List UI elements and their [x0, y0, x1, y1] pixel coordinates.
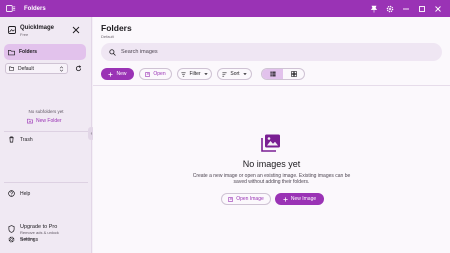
list-view-icon [269, 71, 276, 77]
pin-icon[interactable] [366, 0, 382, 17]
main-content: Folders Default New Open Filter Sort [93, 17, 450, 253]
sidebar-item-settings[interactable]: Settings [8, 236, 38, 243]
collection-select-value: Default [18, 65, 34, 72]
open-icon [145, 71, 151, 77]
window-title: Folders [24, 5, 46, 12]
sort-label: Sort [230, 71, 240, 77]
new-folder-icon [27, 118, 33, 124]
list-view-button[interactable] [262, 69, 283, 79]
app-logo-icon [8, 26, 16, 34]
empty-state-description: Create a new image or open an existing i… [93, 173, 450, 186]
close-icon[interactable] [430, 0, 446, 17]
divider [4, 131, 88, 132]
settings-icon[interactable] [382, 0, 398, 17]
search-icon [109, 48, 116, 56]
new-folder-link[interactable]: New Folder [27, 118, 62, 124]
help-icon [8, 190, 15, 197]
filter-icon [181, 72, 187, 76]
new-button[interactable]: New [101, 68, 134, 80]
grid-view-button[interactable] [283, 69, 304, 79]
no-subfolders-text: No subfolders yet [28, 109, 64, 114]
gear-icon [8, 236, 15, 243]
sidebar-item-help[interactable]: Help [8, 190, 30, 197]
sidebar-item-label: Folders [19, 49, 38, 55]
images-icon [261, 134, 280, 152]
app-icon [6, 5, 18, 12]
toolbar-divider [93, 85, 450, 86]
sidebar-item-label: Help [20, 190, 31, 197]
filter-label: Filter [189, 71, 201, 77]
trash-icon [9, 136, 14, 143]
sidebar-item-label: Settings [20, 236, 39, 243]
open-button[interactable]: Open [139, 68, 172, 80]
plus-icon [108, 71, 114, 77]
title-bar: Folders [0, 0, 450, 17]
caret-down-icon [203, 73, 208, 75]
open-image-label: Open Image [236, 196, 264, 202]
search-bar[interactable] [101, 43, 442, 61]
view-toggle [261, 68, 305, 80]
sidebar-item-label: Trash [20, 136, 33, 143]
upgrade-subtitle-line1: Remove ads & unlock [20, 230, 59, 235]
empty-state-actions: Open Image New Image [221, 193, 324, 205]
sort-icon [222, 72, 227, 76]
brand: QuickImage Free [8, 25, 54, 37]
empty-state-title: No images yet [242, 159, 301, 169]
search-input[interactable] [121, 49, 421, 55]
maximize-icon[interactable] [414, 0, 430, 17]
toolbar: New Open Filter Sort [101, 68, 305, 80]
sidebar-item-folders[interactable]: Folders [4, 44, 86, 60]
refresh-icon[interactable] [75, 65, 82, 72]
collection-select[interactable]: Default [5, 63, 68, 74]
sort-dropdown[interactable]: Sort [217, 68, 252, 80]
new-image-button[interactable]: New Image [275, 193, 324, 205]
plan-label: Free [20, 32, 29, 37]
grid-view-icon [290, 71, 297, 77]
folder-icon [8, 49, 15, 55]
minimize-icon[interactable] [398, 0, 414, 17]
sidebar: QuickImage Free Folders Default No subfo… [0, 17, 92, 253]
breadcrumb: Default [101, 34, 114, 39]
open-button-label: Open [153, 71, 166, 77]
close-sidebar-icon[interactable] [72, 26, 80, 34]
caret-down-icon [242, 73, 247, 75]
app-name: QuickImage [20, 25, 55, 31]
open-icon [228, 196, 234, 202]
filter-dropdown[interactable]: Filter [177, 68, 212, 80]
chevron-up-down-icon [59, 66, 64, 72]
empty-state-line2: saved without adding their folders. [233, 179, 310, 186]
sidebar-item-trash[interactable]: Trash [8, 136, 33, 143]
upgrade-icon [8, 225, 15, 233]
new-image-label: New Image [290, 196, 317, 202]
open-image-button[interactable]: Open Image [221, 193, 271, 205]
new-button-label: New [116, 71, 127, 77]
page-title: Folders [101, 23, 132, 33]
plus-icon [283, 196, 288, 202]
new-folder-label: New Folder [36, 118, 62, 124]
folder-icon [9, 66, 14, 71]
divider [4, 182, 88, 183]
